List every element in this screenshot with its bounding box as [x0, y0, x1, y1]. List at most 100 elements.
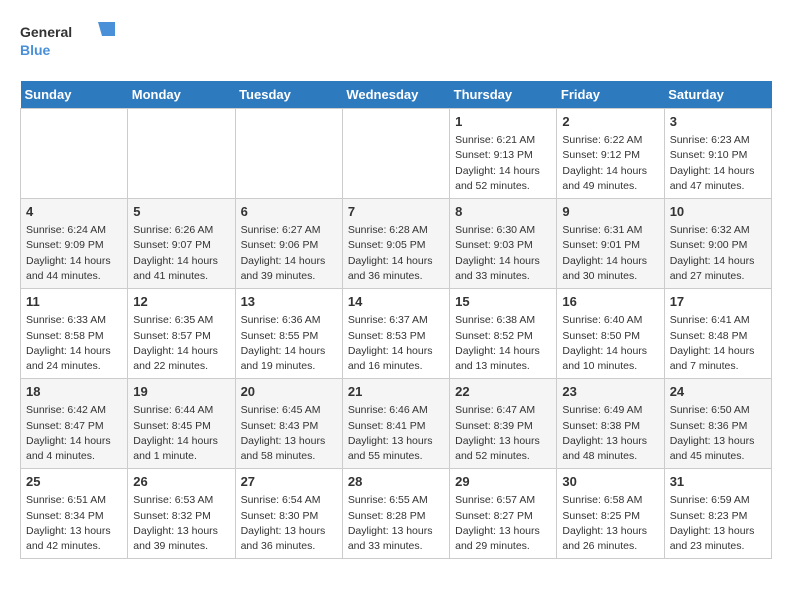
calendar-cell [342, 109, 449, 199]
calendar-cell: 17 Sunrise: 6:41 AM Sunset: 8:48 PM Dayli… [664, 289, 771, 379]
day-number: 20 [241, 383, 337, 401]
day-info: Sunrise: 6:50 AM Sunset: 8:36 PM Dayligh… [670, 403, 766, 464]
day-number: 19 [133, 383, 229, 401]
day-number: 27 [241, 473, 337, 491]
weekday-header-saturday: Saturday [664, 81, 771, 109]
calendar-cell: 28 Sunrise: 6:55 AM Sunset: 8:28 PM Dayli… [342, 469, 449, 559]
day-info: Sunrise: 6:22 AM Sunset: 9:12 PM Dayligh… [562, 133, 658, 194]
day-number: 23 [562, 383, 658, 401]
day-number: 7 [348, 203, 444, 221]
calendar-week-3: 11 Sunrise: 6:33 AM Sunset: 8:58 PM Dayli… [21, 289, 772, 379]
logo-svg: General Blue [20, 20, 120, 65]
calendar-cell: 29Sunrise: 6:57 AM Sunset: 8:27 PM Dayli… [450, 469, 557, 559]
calendar-cell: 31 Sunrise: 6:59 AM Sunset: 8:23 PM Dayli… [664, 469, 771, 559]
calendar-table: SundayMondayTuesdayWednesdayThursdayFrid… [20, 81, 772, 559]
calendar-cell: 12 Sunrise: 6:35 AM Sunset: 8:57 PM Dayli… [128, 289, 235, 379]
day-info: Sunrise: 6:21 AM Sunset: 9:13 PM Dayligh… [455, 133, 551, 194]
day-number: 6 [241, 203, 337, 221]
weekday-header-wednesday: Wednesday [342, 81, 449, 109]
calendar-cell: 20 Sunrise: 6:45 AM Sunset: 8:43 PM Dayli… [235, 379, 342, 469]
day-number: 9 [562, 203, 658, 221]
calendar-cell: 7Sunrise: 6:28 AM Sunset: 9:05 PM Daylig… [342, 199, 449, 289]
calendar-cell: 10 Sunrise: 6:32 AM Sunset: 9:00 PM Dayli… [664, 199, 771, 289]
day-info: Sunrise: 6:47 AM Sunset: 8:39 PM Dayligh… [455, 403, 551, 464]
page-header: General Blue [20, 20, 772, 65]
day-number: 26 [133, 473, 229, 491]
calendar-cell: 23 Sunrise: 6:49 AM Sunset: 8:38 PM Dayli… [557, 379, 664, 469]
day-info: Sunrise: 6:45 AM Sunset: 8:43 PM Dayligh… [241, 403, 337, 464]
calendar-cell: 13Sunrise: 6:36 AM Sunset: 8:55 PM Dayli… [235, 289, 342, 379]
svg-text:General: General [20, 24, 72, 40]
day-info: Sunrise: 6:57 AM Sunset: 8:27 PM Dayligh… [455, 493, 551, 554]
day-info: Sunrise: 6:37 AM Sunset: 8:53 PM Dayligh… [348, 313, 444, 374]
day-info: Sunrise: 6:44 AM Sunset: 8:45 PM Dayligh… [133, 403, 229, 464]
calendar-cell: 19 Sunrise: 6:44 AM Sunset: 8:45 PM Dayli… [128, 379, 235, 469]
day-number: 31 [670, 473, 766, 491]
day-info: Sunrise: 6:38 AM Sunset: 8:52 PM Dayligh… [455, 313, 551, 374]
calendar-cell: 8Sunrise: 6:30 AM Sunset: 9:03 PM Daylig… [450, 199, 557, 289]
calendar-cell: 24 Sunrise: 6:50 AM Sunset: 8:36 PM Dayli… [664, 379, 771, 469]
calendar-cell: 15 Sunrise: 6:38 AM Sunset: 8:52 PM Dayli… [450, 289, 557, 379]
day-number: 10 [670, 203, 766, 221]
weekday-header-monday: Monday [128, 81, 235, 109]
calendar-cell: 14 Sunrise: 6:37 AM Sunset: 8:53 PM Dayli… [342, 289, 449, 379]
day-info: Sunrise: 6:30 AM Sunset: 9:03 PM Dayligh… [455, 223, 551, 284]
calendar-cell: 16 Sunrise: 6:40 AM Sunset: 8:50 PM Dayli… [557, 289, 664, 379]
day-number: 12 [133, 293, 229, 311]
calendar-cell [235, 109, 342, 199]
day-number: 28 [348, 473, 444, 491]
calendar-cell: 9 Sunrise: 6:31 AM Sunset: 9:01 PM Daylig… [557, 199, 664, 289]
logo: General Blue [20, 20, 120, 65]
day-info: Sunrise: 6:24 AM Sunset: 9:09 PM Dayligh… [26, 223, 122, 284]
calendar-cell: 11 Sunrise: 6:33 AM Sunset: 8:58 PM Dayli… [21, 289, 128, 379]
day-number: 4 [26, 203, 122, 221]
calendar-cell [128, 109, 235, 199]
calendar-cell: 4 Sunrise: 6:24 AM Sunset: 9:09 PM Daylig… [21, 199, 128, 289]
weekday-header-row: SundayMondayTuesdayWednesdayThursdayFrid… [21, 81, 772, 109]
day-info: Sunrise: 6:55 AM Sunset: 8:28 PM Dayligh… [348, 493, 444, 554]
day-number: 11 [26, 293, 122, 311]
day-info: Sunrise: 6:54 AM Sunset: 8:30 PM Dayligh… [241, 493, 337, 554]
day-info: Sunrise: 6:35 AM Sunset: 8:57 PM Dayligh… [133, 313, 229, 374]
calendar-cell: 18Sunrise: 6:42 AM Sunset: 8:47 PM Dayli… [21, 379, 128, 469]
calendar-week-4: 18Sunrise: 6:42 AM Sunset: 8:47 PM Dayli… [21, 379, 772, 469]
day-number: 16 [562, 293, 658, 311]
day-info: Sunrise: 6:40 AM Sunset: 8:50 PM Dayligh… [562, 313, 658, 374]
day-number: 18 [26, 383, 122, 401]
weekday-header-thursday: Thursday [450, 81, 557, 109]
day-info: Sunrise: 6:51 AM Sunset: 8:34 PM Dayligh… [26, 493, 122, 554]
day-number: 14 [348, 293, 444, 311]
calendar-cell: 27 Sunrise: 6:54 AM Sunset: 8:30 PM Dayli… [235, 469, 342, 559]
day-info: Sunrise: 6:49 AM Sunset: 8:38 PM Dayligh… [562, 403, 658, 464]
day-info: Sunrise: 6:46 AM Sunset: 8:41 PM Dayligh… [348, 403, 444, 464]
day-info: Sunrise: 6:32 AM Sunset: 9:00 PM Dayligh… [670, 223, 766, 284]
calendar-cell: 6 Sunrise: 6:27 AM Sunset: 9:06 PM Daylig… [235, 199, 342, 289]
day-number: 1 [455, 113, 551, 131]
day-info: Sunrise: 6:36 AM Sunset: 8:55 PM Dayligh… [241, 313, 337, 374]
day-number: 3 [670, 113, 766, 131]
calendar-cell [21, 109, 128, 199]
calendar-cell: 26 Sunrise: 6:53 AM Sunset: 8:32 PM Dayli… [128, 469, 235, 559]
day-number: 30 [562, 473, 658, 491]
day-info: Sunrise: 6:41 AM Sunset: 8:48 PM Dayligh… [670, 313, 766, 374]
calendar-cell: 3 Sunrise: 6:23 AM Sunset: 9:10 PM Daylig… [664, 109, 771, 199]
day-number: 21 [348, 383, 444, 401]
day-info: Sunrise: 6:59 AM Sunset: 8:23 PM Dayligh… [670, 493, 766, 554]
day-info: Sunrise: 6:27 AM Sunset: 9:06 PM Dayligh… [241, 223, 337, 284]
day-number: 17 [670, 293, 766, 311]
day-info: Sunrise: 6:58 AM Sunset: 8:25 PM Dayligh… [562, 493, 658, 554]
day-info: Sunrise: 6:33 AM Sunset: 8:58 PM Dayligh… [26, 313, 122, 374]
day-number: 15 [455, 293, 551, 311]
day-number: 24 [670, 383, 766, 401]
calendar-cell: 21 Sunrise: 6:46 AM Sunset: 8:41 PM Dayli… [342, 379, 449, 469]
day-number: 22 [455, 383, 551, 401]
day-info: Sunrise: 6:53 AM Sunset: 8:32 PM Dayligh… [133, 493, 229, 554]
weekday-header-tuesday: Tuesday [235, 81, 342, 109]
day-info: Sunrise: 6:23 AM Sunset: 9:10 PM Dayligh… [670, 133, 766, 194]
day-info: Sunrise: 6:31 AM Sunset: 9:01 PM Dayligh… [562, 223, 658, 284]
calendar-cell: 25Sunrise: 6:51 AM Sunset: 8:34 PM Dayli… [21, 469, 128, 559]
day-info: Sunrise: 6:26 AM Sunset: 9:07 PM Dayligh… [133, 223, 229, 284]
day-number: 5 [133, 203, 229, 221]
day-number: 2 [562, 113, 658, 131]
calendar-cell: 1 Sunrise: 6:21 AM Sunset: 9:13 PM Daylig… [450, 109, 557, 199]
